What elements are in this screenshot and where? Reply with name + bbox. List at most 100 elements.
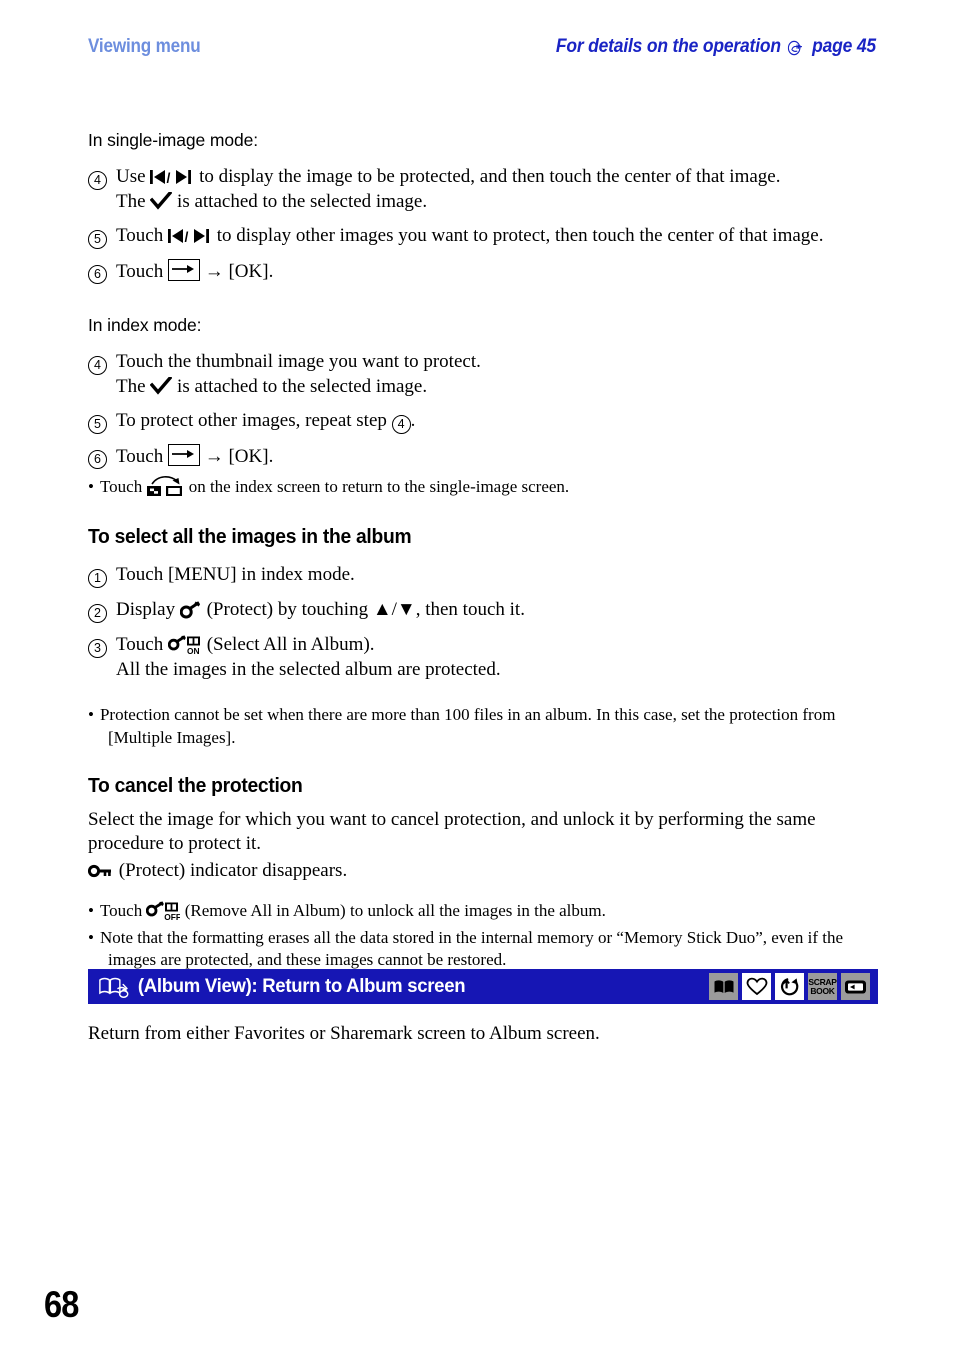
step-item: 2 Display (Protect) by touching ▲/▼, the… xyxy=(88,598,878,623)
bullet-marker: • xyxy=(88,900,94,920)
note-text-after: on the index screen to return to the sin… xyxy=(188,477,570,497)
step-text-after: . xyxy=(410,410,416,432)
step-number: 5 xyxy=(88,224,116,250)
step-text: Touch [MENU] in index mode. xyxy=(116,563,355,585)
inline-step-reference: 4 xyxy=(391,415,411,435)
step-subtext: The is attached to the selected image. xyxy=(116,190,878,215)
step-number: 1 xyxy=(88,563,116,588)
note-text: Note that the formatting erases all the … xyxy=(99,927,843,970)
note-text: Protection cannot be set when there are … xyxy=(99,705,836,748)
step-subtext: All the images in the selected album are… xyxy=(116,658,501,680)
album-view-icon xyxy=(98,976,130,998)
remove-all-in-album-icon: OFF xyxy=(146,901,180,921)
scrapbook-label: SCRAP BOOK xyxy=(808,977,837,996)
select-all-notes: • Protection cannot be set when there are… xyxy=(88,704,878,750)
scrapbook-icon[interactable]: SCRAP BOOK xyxy=(808,973,837,1000)
svg-text:ON: ON xyxy=(187,646,200,655)
step-subtext-after: is attached to the selected image. xyxy=(177,190,428,212)
step-item: 4 Use / to display the image to be prote… xyxy=(88,165,878,214)
banner-mode-icons: SCRAP BOOK xyxy=(709,973,870,1000)
note-item: • Note that the formatting erases all the… xyxy=(88,927,878,973)
page-content: In single-image mode: 4 Use / to display… xyxy=(88,130,878,1003)
svg-text:/: / xyxy=(167,170,171,186)
index-mode-lead: In index mode: xyxy=(88,315,202,336)
protect-indicator-text: (Protect) indicator disappears. xyxy=(118,860,348,882)
step-text-after: → [OK]. xyxy=(204,261,274,283)
step-text: Touch → [OK]. xyxy=(116,444,878,470)
svg-text:OFF: OFF xyxy=(165,912,181,921)
step-text-before: Touch xyxy=(116,261,164,283)
index-mode-note: • Touch on the index screen to return to … xyxy=(88,474,878,499)
running-head: Viewing menu For details on the operatio… xyxy=(88,36,876,62)
checkmark-icon xyxy=(150,191,173,210)
step-item: 5 Touch / to display other images you wa… xyxy=(88,224,878,250)
step-number: 6 xyxy=(88,444,116,470)
bullet-marker: • xyxy=(88,927,94,947)
running-head-right: For details on the operation page 45 xyxy=(556,36,876,58)
cancel-protection-paragraph: Select the image for which you want to c… xyxy=(88,808,816,855)
album-view-banner: (Album View): Return to Album screen SCR… xyxy=(88,969,878,1004)
boxed-arrow-icon xyxy=(167,259,200,282)
single-image-mode-lead: In single-image mode: xyxy=(88,130,259,150)
prev-next-buttons-icon: / xyxy=(167,228,212,244)
heart-favorites-icon[interactable] xyxy=(742,973,771,1000)
boxed-arrow-icon xyxy=(167,444,200,467)
step-text-before: Use xyxy=(116,166,146,187)
step-number: 3 xyxy=(88,633,116,658)
step-text: Touch the thumbnail image you want to pr… xyxy=(116,350,878,399)
banner-title: (Album View): Return to Album screen xyxy=(98,975,678,998)
step-item: 3 Touch ON (Select All in Album). All th… xyxy=(88,633,878,682)
step-text-after: (Protect) by touching ▲/▼, then touch it… xyxy=(206,598,525,620)
step-text-after: (Select All in Album). xyxy=(206,633,375,655)
banner-caption: Return from either Favorites or Sharemar… xyxy=(88,1023,600,1044)
step-text: Touch → [OK]. xyxy=(116,259,878,285)
note-item: • Touch OFF (Remove All in Album) to unlo… xyxy=(88,900,878,923)
step-text: Use / to display the image to be protect… xyxy=(116,165,878,214)
open-book-icon[interactable] xyxy=(709,973,738,1000)
protect-indicator-line: (Protect) indicator disappears. xyxy=(88,859,878,884)
checkmark-icon xyxy=(150,376,173,395)
section-heading-cancel-protection: To cancel the protection xyxy=(88,773,303,797)
step-text-after: to display the image to be protected, an… xyxy=(199,166,781,187)
step-subtext-before: The xyxy=(116,190,146,212)
step-text-before: Touch xyxy=(116,633,164,655)
step-number: 2 xyxy=(88,598,116,623)
step-subtext: The is attached to the selected image. xyxy=(116,375,878,400)
pointing-hand-icon xyxy=(787,40,805,56)
running-head-page-ref: page 45 xyxy=(812,36,876,57)
step-text-before: Display xyxy=(116,598,176,620)
protect-indicator-icon xyxy=(88,863,114,879)
note-text-after: (Remove All in Album) to unlock all the … xyxy=(184,900,606,920)
step-subtext-after: is attached to the selected image. xyxy=(177,375,428,397)
step-number: 5 xyxy=(88,409,116,435)
step-text-after: → [OK]. xyxy=(204,446,274,468)
banner-title-text: (Album View): Return to Album screen xyxy=(137,975,466,997)
key-protect-icon xyxy=(179,601,202,619)
step-text-before: To protect other images, repeat step xyxy=(116,410,387,432)
step-item: 5 To protect other images, repeat step 4… xyxy=(88,409,878,435)
step-text-before: Touch the thumbnail image you want to pr… xyxy=(116,351,481,373)
running-head-right-label: For details on the operation xyxy=(555,36,781,57)
step-text-before: Touch xyxy=(116,446,164,468)
select-all-in-album-icon: ON xyxy=(167,635,202,655)
scrapbook-label-line2: BOOK xyxy=(810,985,835,996)
step-text: To protect other images, repeat step 4. xyxy=(116,409,878,435)
step-item: 6 Touch → [OK]. xyxy=(88,259,878,285)
step-item: 6 Touch → [OK]. xyxy=(88,444,878,470)
step-number: 6 xyxy=(88,259,116,285)
bullet-marker: • xyxy=(88,477,94,497)
step-text: Touch ON (Select All in Album). All the … xyxy=(116,633,878,682)
page-number: 68 xyxy=(44,1284,79,1325)
bullet-marker: • xyxy=(88,705,94,725)
step-text: Display (Protect) by touching ▲/▼, then … xyxy=(116,598,878,623)
step-text-before: Touch xyxy=(116,225,164,247)
prev-next-buttons-icon: / xyxy=(150,169,194,185)
step-text-after: to display other images you want to prot… xyxy=(216,225,824,247)
note-item: • Protection cannot be set when there are… xyxy=(88,704,878,750)
note-text-before: Touch xyxy=(99,477,143,497)
single-image-icon[interactable] xyxy=(841,973,870,1000)
note-text-before: Touch xyxy=(99,900,143,920)
sharemark-rotate-icon[interactable] xyxy=(775,973,804,1000)
step-item: 4 Touch the thumbnail image you want to … xyxy=(88,350,878,399)
index-to-single-image-icon xyxy=(146,474,184,498)
